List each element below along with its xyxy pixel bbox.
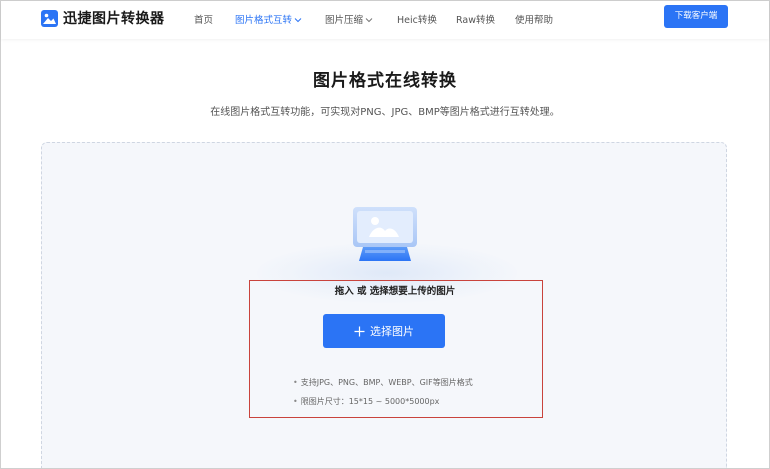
download-client-button[interactable]: 下载客户端 xyxy=(664,5,728,28)
size-limit-text: 限图片尺寸：15*15 ~ 5000*5000px xyxy=(300,397,440,406)
logo-text: 迅捷图片转换器 xyxy=(63,11,165,27)
logo[interactable]: 迅捷图片转换器 xyxy=(41,8,165,28)
supported-formats-text: 支持JPG、PNG、BMP、WEBP、GIF等图片格式 xyxy=(300,378,473,387)
size-limit-info: • 限图片尺寸：15*15 ~ 5000*5000px xyxy=(293,396,439,407)
nav-compress[interactable]: 图片压缩 xyxy=(325,12,373,26)
upload-image-illustration-icon xyxy=(353,207,417,261)
nav-heic[interactable]: Heic转换 xyxy=(397,12,437,26)
select-image-button[interactable]: 选择图片 xyxy=(323,314,445,348)
plus-icon xyxy=(354,326,365,336)
upload-drop-zone[interactable] xyxy=(41,142,727,468)
nav-compress-label: 图片压缩 xyxy=(325,15,364,26)
supported-formats-info: • 支持JPG、PNG、BMP、WEBP、GIF等图片格式 xyxy=(293,377,473,388)
nav-help[interactable]: 使用帮助 xyxy=(515,12,553,26)
nav-format-convert-label: 图片格式互转 xyxy=(235,15,293,26)
nav-format-convert[interactable]: 图片格式互转 xyxy=(235,12,302,26)
chevron-down-icon xyxy=(365,18,373,23)
select-image-label: 选择图片 xyxy=(370,325,414,338)
top-header: 迅捷图片转换器 首页 图片格式互转 图片压缩 Heic转换 Raw转换 使用帮助… xyxy=(1,1,769,39)
page-subtitle: 在线图片格式互转功能，可实现对PNG、JPG、BMP等图片格式进行互转处理。 xyxy=(210,107,560,118)
bullet-dot: • xyxy=(293,397,298,406)
nav-raw[interactable]: Raw转换 xyxy=(456,12,495,26)
page-title: 图片格式在线转换 xyxy=(313,71,457,91)
chevron-down-icon xyxy=(294,18,302,23)
drop-hint-text: 拖入 或 选择想要上传的图片 xyxy=(334,286,456,297)
bullet-dot: • xyxy=(293,378,298,387)
image-logo-icon xyxy=(41,9,58,27)
nav-home[interactable]: 首页 xyxy=(194,12,213,26)
